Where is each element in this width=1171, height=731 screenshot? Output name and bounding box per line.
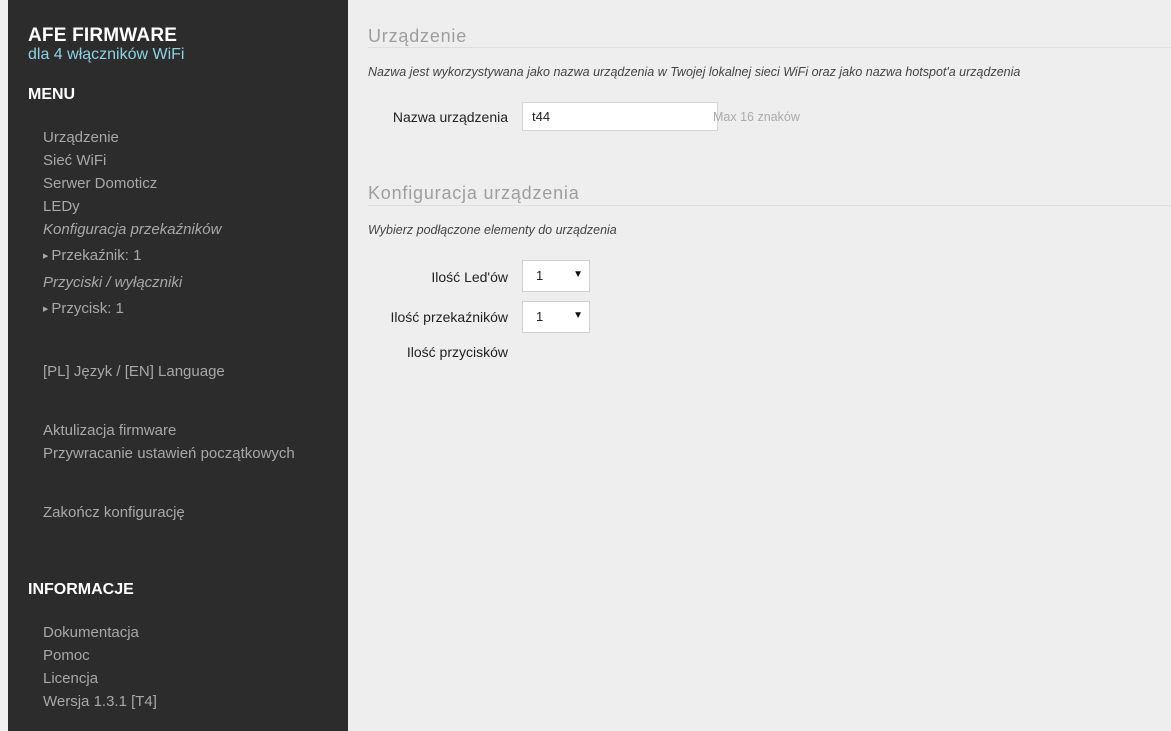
menu-item-firmware-update[interactable]: Aktulizacja firmware [43, 422, 176, 439]
menu-item-button-1[interactable]: ▶ Przycisk: 1 [43, 300, 124, 317]
info-version: Wersja 1.3.1 [T4] [43, 693, 157, 710]
device-name-input[interactable] [522, 102, 718, 131]
menu-item-language[interactable]: [PL] Język / [EN] Language [43, 363, 225, 380]
menu-item-factory-reset[interactable]: Przywracanie ustawień początkowych [43, 445, 295, 462]
caret-down-icon: ▼ [573, 269, 583, 280]
brand-title: AFE FIRMWARE [28, 25, 178, 46]
sidebar: AFE FIRMWARE dla 4 włączników WiFi MENU … [8, 0, 348, 731]
caret-down-icon: ▼ [573, 310, 583, 321]
info-item-license[interactable]: Licencja [43, 670, 98, 687]
menu-item-relay-1-label: Przekaźnik: 1 [51, 247, 142, 264]
menu-item-button-1-label: Przycisk: 1 [51, 300, 124, 317]
main-content: Urządzenie Nazwa jest wykorzystywana jak… [348, 0, 1171, 731]
relay-count-value: 1 [536, 309, 544, 324]
section-divider [368, 205, 1171, 206]
device-name-label: Nazwa urządzenia [392, 109, 508, 125]
relay-count-select[interactable]: 1 ▼ [522, 301, 590, 333]
menu-group-buttons: Przyciski / wyłączniki [43, 274, 183, 291]
info-item-docs[interactable]: Dokumentacja [43, 624, 139, 641]
info-item-help[interactable]: Pomoc [43, 647, 90, 664]
section-description-device: Nazwa jest wykorzystywana jako nazwa urz… [368, 65, 1021, 79]
device-name-hint: Max 16 znaków [713, 110, 800, 124]
left-edge [0, 0, 8, 731]
section-description-config: Wybierz podłączone elementy do urządzeni… [368, 223, 617, 237]
section-divider [368, 47, 1171, 48]
triangle-right-icon: ▶ [43, 306, 49, 313]
led-count-label: Ilość Led'ów [431, 269, 508, 285]
menu-item-device[interactable]: Urządzenie [43, 129, 119, 146]
relay-count-label: Ilość przekaźników [390, 309, 509, 325]
menu-group-relays: Konfiguracja przekaźników [43, 221, 222, 238]
info-heading: INFORMACJE [28, 581, 134, 598]
menu-heading: MENU [28, 86, 76, 103]
section-title-config: Konfiguracja urządzenia [368, 183, 580, 203]
menu-item-domoticz[interactable]: Serwer Domoticz [43, 175, 157, 192]
led-count-select[interactable]: 1 ▼ [522, 260, 590, 292]
menu-item-wifi[interactable]: Sieć WiFi [43, 152, 106, 169]
led-count-value: 1 [536, 268, 544, 283]
section-title-device: Urządzenie [368, 26, 468, 46]
triangle-right-icon: ▶ [43, 253, 49, 260]
brand-subtitle: dla 4 włączników WiFi [28, 46, 185, 63]
menu-item-relay-1[interactable]: ▶ Przekaźnik: 1 [43, 247, 141, 264]
button-count-label: Ilość przycisków [406, 344, 508, 360]
menu-item-finish-config[interactable]: Zakończ konfigurację [43, 504, 185, 521]
menu-item-leds[interactable]: LEDy [43, 198, 80, 215]
